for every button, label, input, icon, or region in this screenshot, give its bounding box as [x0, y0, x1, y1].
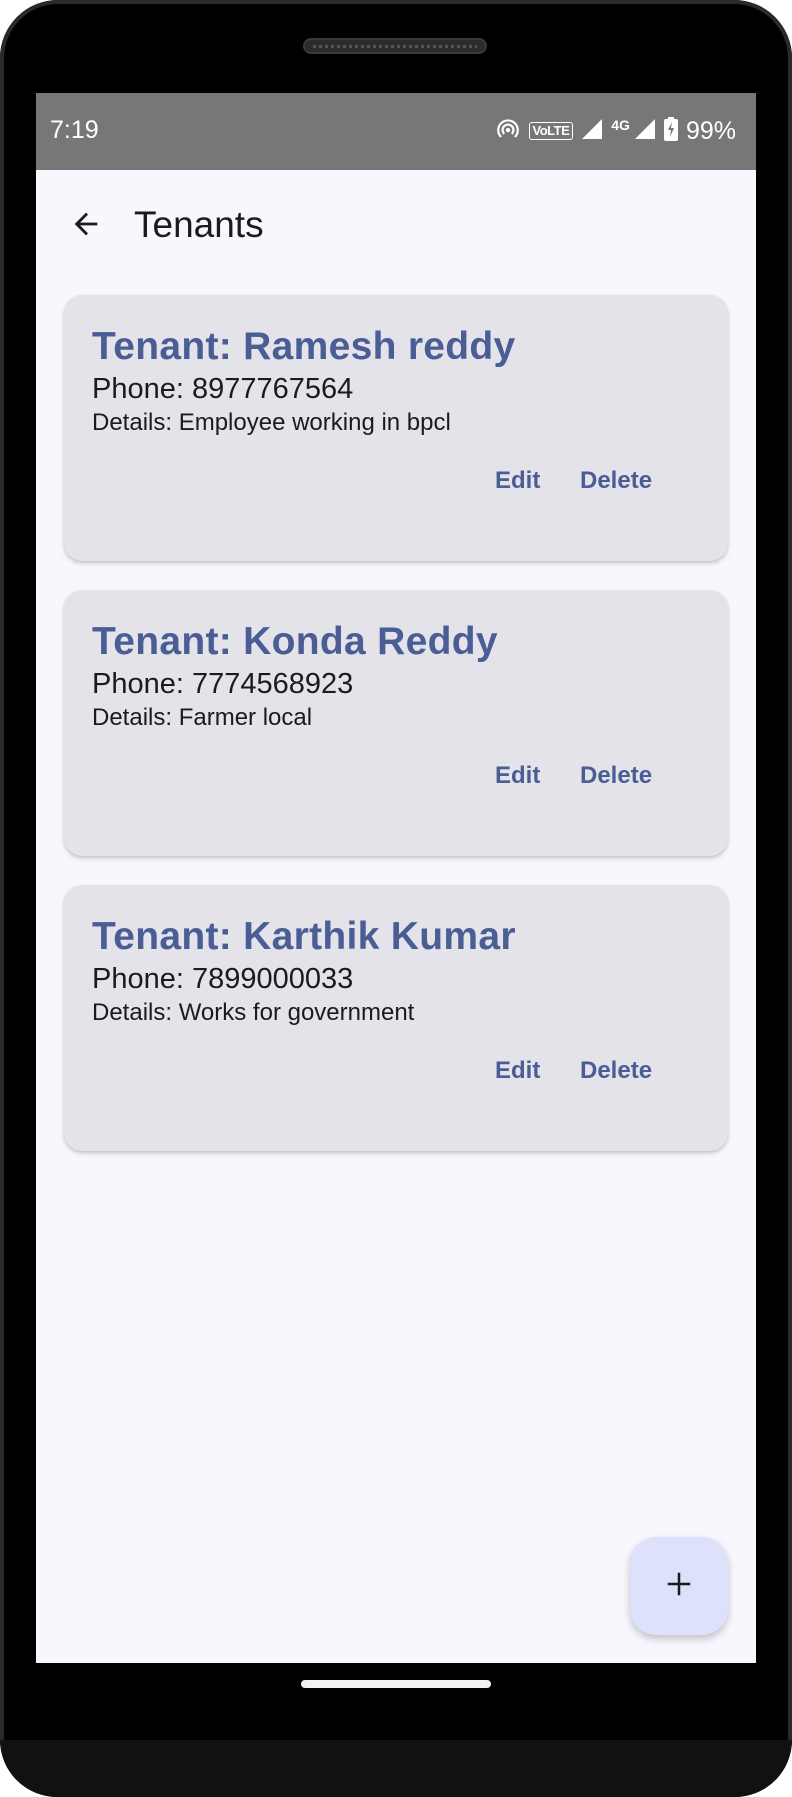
edit-button[interactable]: Edit [481, 752, 554, 800]
tenant-card: Tenant: Ramesh reddy Phone: 8977767564 D… [64, 295, 728, 561]
volte-icon: VoLTE [528, 122, 574, 140]
tenant-phone: Phone: 7774568923 [92, 668, 354, 700]
status-icons: VoLTE 4G 99% [495, 113, 736, 149]
delete-button[interactable]: Delete [566, 457, 666, 505]
speaker-grille [303, 38, 487, 54]
status-bar: 7:19 VoLTE 4G 99% [36, 93, 756, 170]
tenant-name: Tenant: Konda Reddy [92, 620, 498, 663]
delete-button[interactable]: Delete [566, 752, 666, 800]
arrow-back-icon [69, 207, 103, 246]
tenant-details: Details: Works for government [92, 999, 415, 1026]
plus-icon [664, 1569, 694, 1604]
tenant-details: Details: Employee working in bpcl [92, 409, 451, 436]
add-tenant-button[interactable] [630, 1537, 728, 1635]
tenant-card: Tenant: Karthik Kumar Phone: 7899000033 … [64, 885, 728, 1151]
tenant-name: Tenant: Karthik Kumar [92, 915, 516, 958]
phone-chin [0, 1740, 792, 1797]
signal-icon [581, 118, 603, 145]
hotspot-icon [495, 116, 521, 147]
edit-button[interactable]: Edit [481, 457, 554, 505]
tenant-details: Details: Farmer local [92, 704, 313, 731]
app-bar: Tenants [36, 170, 756, 282]
phone-frame: 7:19 VoLTE 4G 99% Tenants Tenant: Ramesh… [0, 0, 792, 1797]
status-time: 7:19 [50, 116, 99, 144]
page-title: Tenants [134, 204, 264, 245]
home-indicator[interactable] [301, 1680, 491, 1688]
app-screen: 7:19 VoLTE 4G 99% Tenants Tenant: Ramesh… [36, 93, 756, 1663]
tenant-card: Tenant: Konda Reddy Phone: 7774568923 De… [64, 590, 728, 856]
tenant-name: Tenant: Ramesh reddy [92, 325, 516, 368]
delete-button[interactable]: Delete [566, 1047, 666, 1095]
back-button[interactable] [60, 200, 112, 252]
lte-icon: 4G [611, 117, 630, 133]
battery-charging-icon [663, 116, 678, 146]
battery-percentage: 99% [685, 116, 736, 145]
tenant-phone: Phone: 7899000033 [92, 963, 354, 995]
edit-button[interactable]: Edit [481, 1047, 554, 1095]
signal-icon [634, 118, 656, 145]
tenant-phone: Phone: 8977767564 [92, 373, 354, 405]
